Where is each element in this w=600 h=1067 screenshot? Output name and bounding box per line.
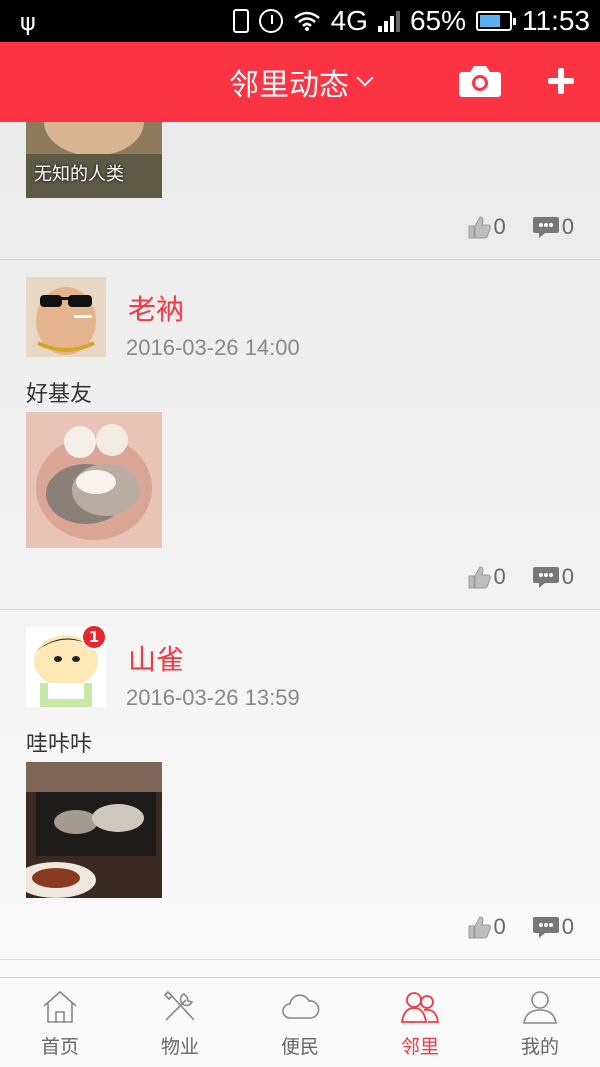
comment-count: 0 (561, 914, 574, 939)
comment-button[interactable]: 0 (532, 914, 574, 940)
chevron-down-icon (356, 69, 374, 87)
wifi-icon (293, 11, 320, 31)
bottom-tab-bar: 首页 物业 便民 邻里 我的 (0, 977, 600, 1067)
clock: 11:53 (522, 5, 590, 36)
tab-label: 我的 (520, 1036, 559, 1058)
post-photo[interactable] (26, 412, 162, 548)
signal-icon (377, 10, 400, 32)
user-icon (523, 991, 557, 1024)
cloud-icon (282, 994, 320, 1019)
comment-icon (532, 567, 559, 588)
comment-count: 0 (561, 214, 574, 239)
like-button[interactable]: 0 (466, 214, 506, 240)
author-name[interactable]: 老衲 (128, 288, 184, 328)
tab-services[interactable]: 便民 (240, 978, 360, 1067)
comment-icon (532, 217, 559, 238)
comment-button[interactable]: 0 (532, 214, 574, 240)
page-title: 邻里动态 (229, 68, 349, 103)
post-text: 哇咔咔 (26, 732, 93, 757)
neighbors-icon (400, 992, 440, 1023)
tab-label: 邻里 (400, 1036, 439, 1058)
thumbs-up-icon (468, 566, 491, 589)
photo-caption: 无知的人类 (34, 164, 124, 185)
author-name[interactable]: 山雀 (128, 638, 184, 678)
post-photo[interactable]: 无知的人类 (26, 122, 162, 198)
post-actions: 0 0 (466, 914, 574, 940)
post-card[interactable]: 无知的人类 0 0 (0, 122, 600, 260)
bbq-image (26, 762, 162, 898)
vibrate-icon (232, 9, 249, 33)
post-text: 好基友 (26, 382, 93, 407)
usb-icon: ψ (20, 8, 36, 36)
feed-list[interactable]: 无知的人类 0 0 老衲 2016-03-26 14:00 好基友 0 0 1 … (0, 122, 600, 977)
tab-me[interactable]: 我的 (480, 978, 600, 1067)
thumbs-up-icon (468, 916, 491, 939)
post-time: 2016-03-26 14:00 (126, 335, 300, 360)
like-count: 0 (493, 214, 506, 239)
add-post-button[interactable] (544, 64, 578, 98)
post-card[interactable]: 老衲 2016-03-26 14:00 好基友 0 0 (0, 260, 600, 610)
comment-button[interactable]: 0 (532, 564, 574, 590)
tab-label: 便民 (280, 1036, 319, 1058)
tools-icon (163, 990, 195, 1021)
like-button[interactable]: 0 (466, 564, 506, 590)
camera-icon[interactable] (458, 64, 502, 98)
notification-badge: 1 (81, 624, 107, 650)
post-actions: 0 0 (466, 564, 574, 590)
battery-percent: 65% (409, 5, 466, 36)
like-button[interactable]: 0 (466, 914, 506, 940)
alarm-icon (258, 9, 283, 33)
like-count: 0 (493, 564, 506, 589)
avatar[interactable] (26, 277, 106, 357)
battery-icon (476, 11, 516, 31)
app-header: 邻里动态 (0, 42, 600, 122)
cats-image (26, 412, 162, 548)
status-bar: ψ 4G 65% 11:53 (0, 0, 600, 42)
feed-selector[interactable]: 邻里动态 (0, 42, 600, 122)
thumbs-up-icon (468, 216, 491, 239)
post-card[interactable]: 1 山雀 2016-03-26 13:59 哇咔咔 0 0 (0, 610, 600, 960)
post-actions: 0 0 (466, 214, 574, 240)
home-icon (43, 990, 77, 1023)
network-type: 4G (330, 5, 368, 36)
tab-label: 物业 (160, 1036, 199, 1058)
like-count: 0 (493, 914, 506, 939)
post-time: 2016-03-26 13:59 (126, 685, 300, 710)
tab-label: 首页 (40, 1036, 79, 1058)
tab-property[interactable]: 物业 (120, 978, 240, 1067)
comment-icon (532, 917, 559, 938)
tab-home[interactable]: 首页 (0, 978, 120, 1067)
tab-neighbors[interactable]: 邻里 (360, 978, 480, 1067)
comment-count: 0 (561, 564, 574, 589)
post-photo[interactable] (26, 762, 162, 898)
